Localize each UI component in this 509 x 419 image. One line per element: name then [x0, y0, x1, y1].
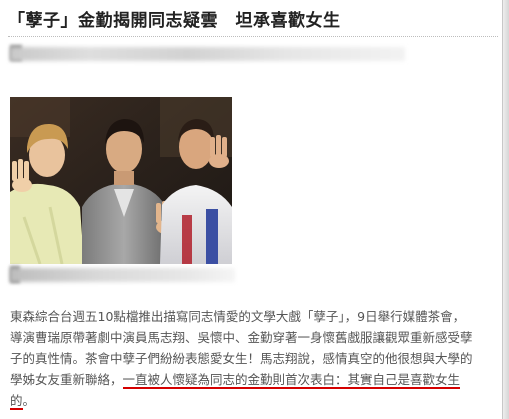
window-frame-edge [502, 0, 509, 419]
body-line: 導演曹瑞原帶著劇中演員馬志翔、吳懷中、金勤穿著一身懷舊戲服讓觀眾重新感受孽 [10, 330, 473, 345]
highlighted-quote-end: 的 [10, 393, 23, 410]
article-headline: 「孽子」金勤揭開同志疑雲 坦承喜歡女生 [8, 11, 341, 31]
redacted-byline [10, 47, 405, 61]
body-line: 子的真性情。茶會中孽子們紛紛表態愛女生！馬志翔說，感情真空的他很想與大學的 [10, 351, 473, 366]
body-line: 的。 [10, 390, 500, 411]
highlighted-quote: 一直被人懷疑為同志的金勤則首次表白：其實自己是喜歡女生 [122, 372, 461, 389]
photo-illustration [10, 97, 232, 264]
article-body: 東森綜合台週五10點檔推出描寫同志情愛的文學大戲「孽子」，9日舉行媒體茶會， 導… [10, 306, 500, 411]
article-photo [10, 97, 232, 264]
body-text-plain: 學姊女友重新聯絡， [10, 372, 123, 387]
body-text-plain: 。 [22, 393, 36, 408]
body-line: 學姊女友重新聯絡，一直被人懷疑為同志的金勤則首次表白：其實自己是喜歡女生 [10, 369, 500, 390]
redacted-photo-caption [10, 268, 235, 282]
headline-divider [8, 36, 498, 37]
body-line: 東森綜合台週五10點檔推出描寫同志情愛的文學大戲「孽子」，9日舉行媒體茶會， [10, 309, 466, 324]
